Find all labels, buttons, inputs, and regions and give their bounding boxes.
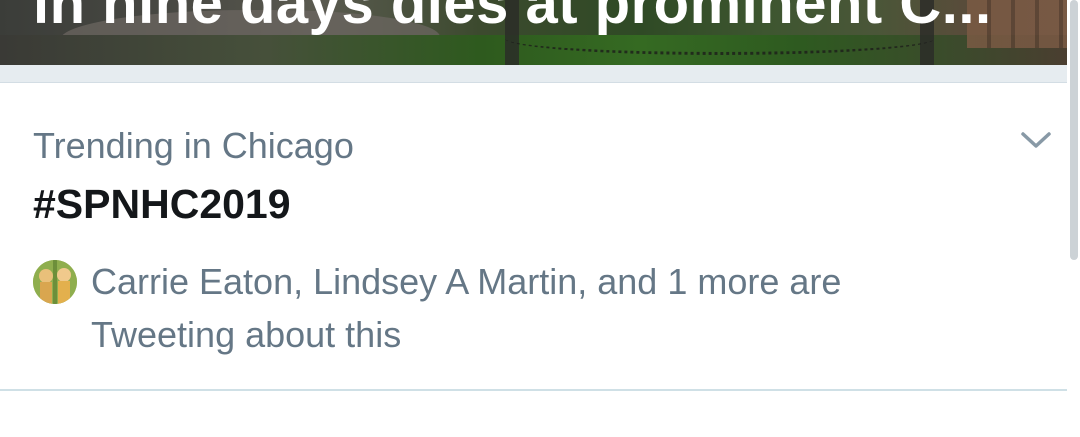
- timeline-page: in nine days dies at prominent C... Tren…: [0, 0, 1080, 437]
- trend-item[interactable]: Trending in Chicago #SPNHC2019 Carrie Ea…: [0, 83, 1067, 391]
- news-image-card[interactable]: in nine days dies at prominent C...: [0, 0, 1067, 65]
- section-separator: [0, 65, 1067, 83]
- avatar-image: [33, 260, 77, 304]
- news-headline[interactable]: in nine days dies at prominent C...: [33, 0, 992, 38]
- scrollbar[interactable]: [1067, 0, 1080, 437]
- social-proof-text: Carrie Eaton, Lindsey A Martin, and 1 mo…: [91, 261, 842, 355]
- scrollbar-thumb[interactable]: [1070, 0, 1078, 260]
- trend-hashtag[interactable]: #SPNHC2019: [33, 180, 291, 228]
- avatar[interactable]: [33, 260, 77, 304]
- trend-context: Trending in Chicago: [33, 125, 354, 166]
- chevron-down-icon[interactable]: [1014, 125, 1058, 155]
